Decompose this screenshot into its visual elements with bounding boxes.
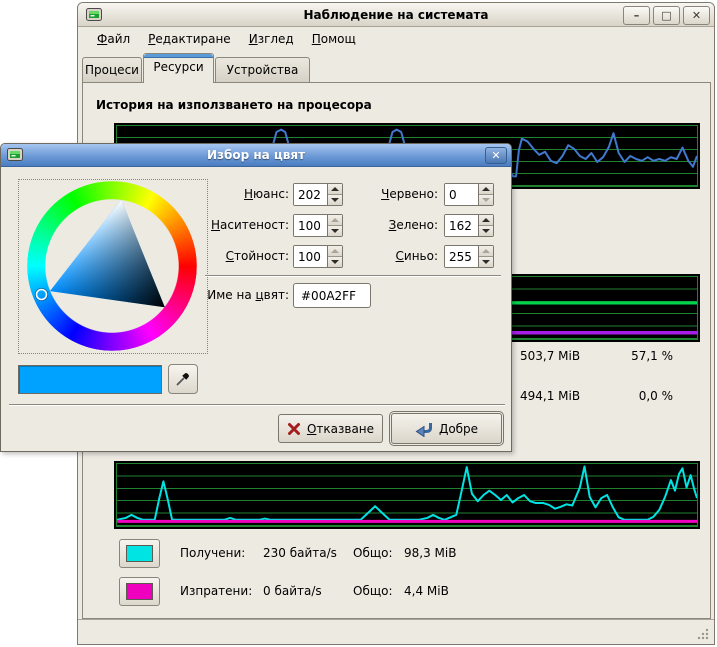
- blue-spinner: [444, 245, 494, 268]
- red-spinner: [444, 183, 494, 206]
- saturation-up-icon[interactable]: [328, 215, 342, 225]
- sv-triangle[interactable]: [27, 181, 197, 351]
- sent-total-label: Общо:: [353, 577, 393, 606]
- received-rate: 230 байта/s: [263, 539, 337, 568]
- red-down-icon[interactable]: [479, 194, 493, 205]
- swap-value: 494,1 MiB: [520, 389, 580, 403]
- value-up-icon[interactable]: [328, 246, 342, 256]
- green-label: Зелено:: [353, 214, 438, 237]
- network-graph: [114, 461, 700, 529]
- menu-edit[interactable]: Редактиране: [139, 28, 240, 50]
- dialog-close-icon[interactable]: ✕: [485, 147, 507, 164]
- color-name-field: [293, 283, 371, 308]
- ok-button[interactable]: Добре: [391, 413, 502, 444]
- saturation-input[interactable]: [294, 215, 327, 236]
- menu-help[interactable]: Помощ: [303, 28, 365, 50]
- hue-up-icon[interactable]: [328, 184, 342, 194]
- green-up-icon[interactable]: [479, 215, 493, 225]
- cpu-section-title: История на използването на процесора: [96, 98, 372, 112]
- sent-rate: 0 байта/s: [263, 577, 322, 606]
- blue-label: Синьо:: [353, 245, 438, 268]
- swap-percent: 0,0 %: [603, 389, 673, 403]
- received-label: Получени:: [180, 539, 245, 568]
- green-input[interactable]: [445, 215, 478, 236]
- statusbar: [78, 619, 714, 645]
- blue-down-icon[interactable]: [479, 256, 493, 267]
- red-label: Червено:: [353, 183, 438, 206]
- saturation-down-icon[interactable]: [328, 225, 342, 236]
- blue-up-icon[interactable]: [479, 246, 493, 256]
- hue-label: Нюанс:: [181, 183, 289, 206]
- minimize-icon[interactable]: –: [623, 6, 650, 25]
- blue-input[interactable]: [445, 246, 478, 267]
- dialog-titlebar[interactable]: Избор на цвят ✕: [1, 144, 511, 167]
- value-input[interactable]: [294, 246, 327, 267]
- color-name-label: Име на цвят:: [181, 283, 289, 308]
- sent-total: 4,4 MiB: [404, 577, 449, 606]
- memory-percent: 57,1 %: [603, 349, 673, 363]
- received-color-chip: [126, 545, 153, 562]
- resize-grip-icon[interactable]: [696, 627, 709, 640]
- saturation-spinner: [293, 214, 343, 237]
- window-title: Наблюдение на системата: [78, 3, 714, 26]
- hue-down-icon[interactable]: [328, 194, 342, 205]
- tab-processes[interactable]: Процеси: [82, 57, 142, 83]
- current-color-swatch: [18, 365, 162, 394]
- hue-input[interactable]: [294, 184, 327, 205]
- fields-separator: [205, 275, 501, 277]
- received-total-label: Общо:: [353, 539, 393, 568]
- received-color-button[interactable]: [119, 539, 160, 568]
- network-sent-line: [117, 464, 697, 526]
- cancel-label: Отказване: [307, 422, 374, 436]
- ok-label: Добре: [439, 422, 478, 436]
- color-name-input[interactable]: [294, 284, 370, 307]
- tab-resources[interactable]: Ресурси: [143, 53, 214, 83]
- value-label: Стойност:: [181, 245, 289, 268]
- window-titlebar[interactable]: Наблюдение на системата – □ ✕: [78, 3, 714, 27]
- cancel-x-icon: [287, 422, 301, 436]
- saturation-label: Наситеност:: [181, 214, 289, 237]
- eyedropper-icon: [175, 371, 191, 387]
- received-total: 98,3 MiB: [404, 539, 456, 568]
- ok-enter-icon: [415, 421, 433, 437]
- green-down-icon[interactable]: [479, 225, 493, 236]
- menu-view[interactable]: Изглед: [240, 28, 303, 50]
- memory-value: 503,7 MiB: [520, 349, 580, 363]
- red-input[interactable]: [445, 184, 478, 205]
- color-wheel[interactable]: [18, 179, 208, 354]
- menu-file[interactable]: Файл: [88, 28, 139, 50]
- sent-color-chip: [126, 583, 153, 600]
- color-picker-dialog: Избор на цвят ✕ Нюанс: Наситеност:: [0, 143, 512, 452]
- value-down-icon[interactable]: [328, 256, 342, 267]
- hue-selector[interactable]: [37, 290, 47, 300]
- tab-devices[interactable]: Устройства: [215, 57, 310, 83]
- dialog-title: Избор на цвят: [1, 144, 511, 166]
- value-spinner: [293, 245, 343, 268]
- red-up-icon[interactable]: [479, 184, 493, 194]
- hue-spinner: [293, 183, 343, 206]
- maximize-icon[interactable]: □: [653, 6, 680, 25]
- close-icon[interactable]: ✕: [683, 6, 710, 25]
- menubar: Файл Редактиране Изглед Помощ: [80, 28, 712, 50]
- cancel-button[interactable]: Отказване: [278, 414, 383, 443]
- sent-label: Изпратени:: [180, 577, 252, 606]
- sent-color-button[interactable]: [119, 577, 160, 606]
- green-spinner: [444, 214, 494, 237]
- eyedropper-button[interactable]: [168, 364, 198, 394]
- buttons-separator: [9, 404, 505, 406]
